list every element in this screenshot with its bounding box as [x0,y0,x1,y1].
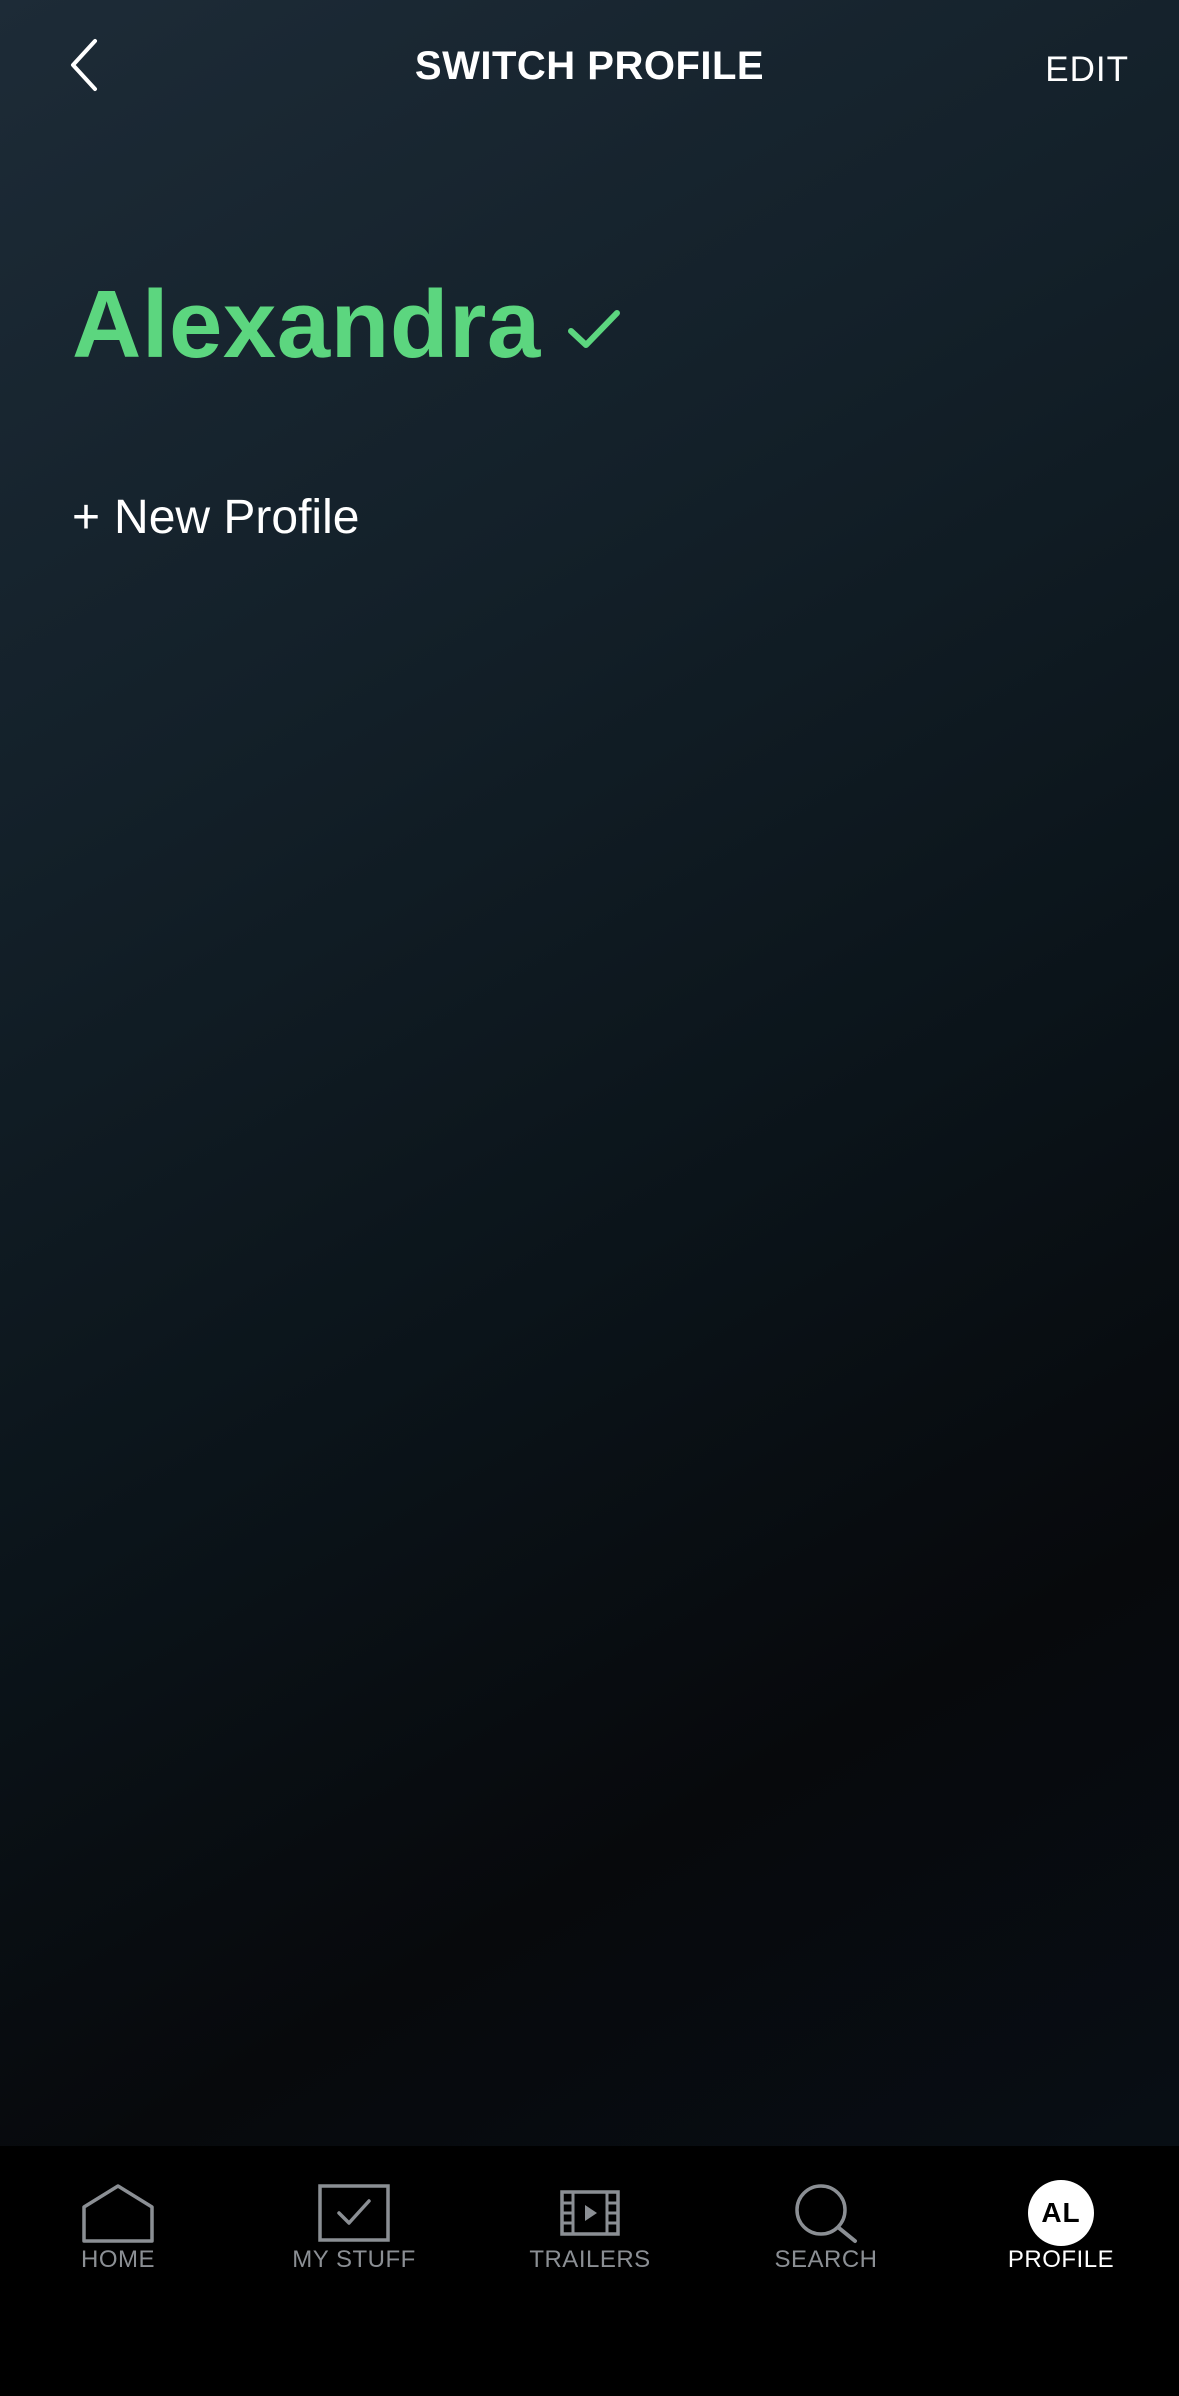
page-title: SWITCH PROFILE [414,44,765,88]
nav-item-home[interactable]: HOME [0,2146,236,2286]
home-icon [80,2180,156,2246]
nav-label-home: HOME [81,2246,155,2273]
checkmark-icon [567,310,620,348]
switch-profile-screen: SWITCH PROFILE EDIT Alexandra + New Prof… [0,0,1179,2396]
new-profile-label: New Profile [114,491,360,544]
film-icon [559,2180,621,2246]
profile-item-current[interactable]: Alexandra [72,270,621,380]
bottom-nav: HOME MY STUFF TRAILERS SEARCH AL PROFILE [0,2146,1179,2396]
avatar: AL [1028,2180,1094,2246]
nav-item-trailers[interactable]: TRAILERS [472,2146,708,2286]
nav-label-my-stuff: MY STUFF [292,2246,416,2273]
nav-item-my-stuff[interactable]: MY STUFF [236,2146,472,2286]
new-profile-button[interactable]: + New Profile [72,490,359,545]
edit-button[interactable]: EDIT [1045,50,1129,90]
my-stuff-icon [317,2180,391,2246]
plus-icon: + [72,491,101,544]
search-icon [791,2180,861,2246]
nav-label-trailers: TRAILERS [529,2246,651,2273]
nav-item-profile[interactable]: AL PROFILE [943,2146,1179,2286]
nav-item-search[interactable]: SEARCH [708,2146,944,2286]
header: SWITCH PROFILE EDIT [0,0,1179,150]
profile-name: Alexandra [72,271,541,378]
nav-label-search: SEARCH [774,2246,878,2273]
nav-label-profile: PROFILE [1007,2246,1115,2273]
